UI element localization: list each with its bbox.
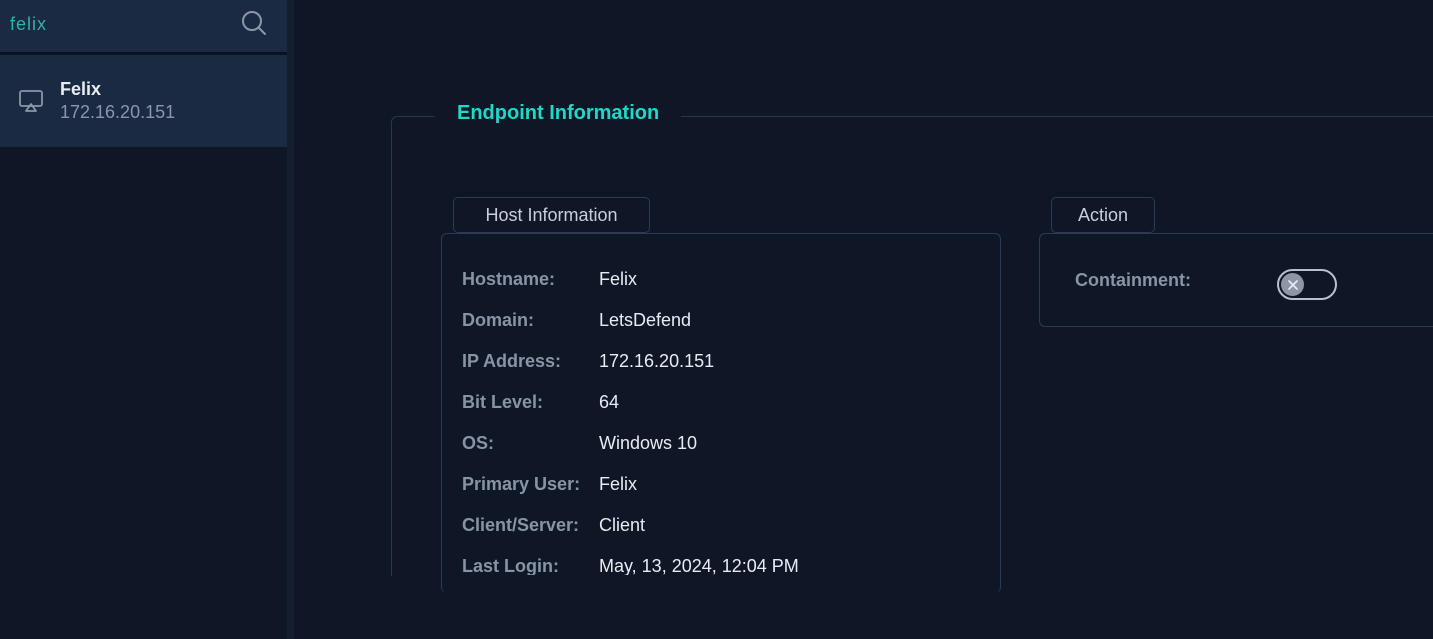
close-icon (1287, 279, 1298, 290)
host-information-label: Host Information (485, 204, 618, 225)
info-value: Client (599, 515, 646, 535)
host-information-content: Hostname: Felix Domain: LetsDefend IP Ad… (442, 234, 1000, 575)
host-information-header: Host Information (453, 197, 650, 233)
action-label: Action (1077, 204, 1129, 225)
sidebar-divider[interactable] (287, 0, 294, 639)
info-row-primary-user: Primary User: Felix (462, 474, 982, 498)
info-value: Felix (599, 269, 638, 289)
sidebar-item-name: Felix (60, 79, 102, 99)
info-value: 64 (599, 392, 620, 412)
search-icon[interactable] (240, 9, 268, 37)
info-label: Client/Server: (462, 515, 580, 535)
section-title: Endpoint Information (435, 102, 682, 125)
info-value: May, 13, 2024, 12:04 PM (599, 556, 799, 575)
info-row-last-login: Last Login: May, 13, 2024, 12:04 PM (462, 556, 982, 575)
info-value: 172.16.20.151 (599, 351, 715, 371)
info-label: Bit Level: (462, 392, 544, 412)
search-input[interactable] (10, 12, 220, 36)
info-row-bit-level: Bit Level: 64 (462, 392, 982, 416)
info-row-domain: Domain: LetsDefend (462, 310, 982, 334)
info-value: LetsDefend (599, 310, 692, 330)
sidebar-item-ip: 172.16.20.151 (60, 102, 176, 122)
containment-label: Containment: (1075, 270, 1191, 290)
info-label: Hostname: (462, 269, 556, 289)
action-header: Action (1051, 197, 1155, 233)
info-row-client-server: Client/Server: Client (462, 515, 982, 539)
info-value: Felix (599, 474, 638, 494)
search-bar (0, 0, 287, 52)
info-label: Domain: (462, 310, 534, 330)
info-row-ip-address: IP Address: 172.16.20.151 (462, 351, 982, 375)
toggle-knob (1281, 273, 1304, 296)
info-label: Primary User: (462, 474, 581, 494)
info-label: OS: (462, 433, 495, 453)
info-label: Last Login: (462, 556, 559, 575)
info-row-os: OS: Windows 10 (462, 433, 982, 457)
sidebar-item-felix[interactable]: Felix 172.16.20.151 (0, 55, 287, 147)
sidebar: Felix 172.16.20.151 (0, 0, 287, 639)
monitor-icon (18, 88, 44, 114)
info-label: IP Address: (462, 351, 562, 371)
info-row-hostname: Hostname: Felix (462, 269, 982, 293)
containment-toggle[interactable] (1277, 269, 1337, 300)
main-content: Endpoint Information Host Information Ho… (294, 0, 1433, 639)
info-value: Windows 10 (599, 433, 698, 453)
